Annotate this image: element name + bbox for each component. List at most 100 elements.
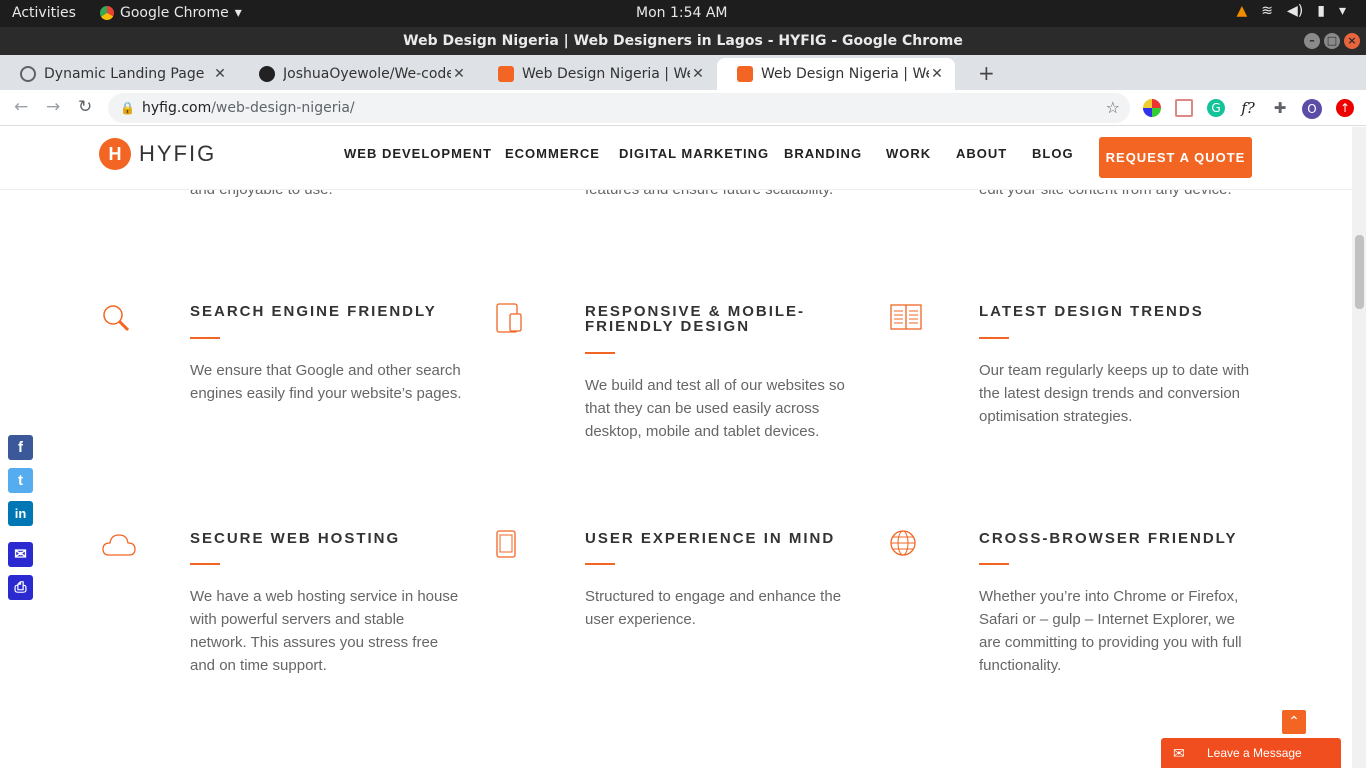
- request-quote-button[interactable]: REQUEST A QUOTE: [1099, 137, 1252, 178]
- cloud-icon: [102, 534, 136, 556]
- url-domain: hyfig.com: [142, 100, 212, 116]
- title-underline: [190, 337, 220, 339]
- tab-title: Web Design Nigeria | Web: [761, 66, 929, 82]
- tablet-icon: [496, 530, 516, 558]
- wifi-icon: ≋: [1261, 3, 1274, 19]
- clock[interactable]: Mon 1:54 AM: [636, 5, 728, 21]
- nav-branding[interactable]: BRANDING: [784, 146, 862, 161]
- system-tray[interactable]: ▲ ≋ ◀) ▮ ▾: [1237, 3, 1347, 19]
- devices-icon: [496, 303, 522, 333]
- volume-icon: ◀): [1287, 3, 1304, 19]
- tab-strip: Dynamic Landing Page ✕ JoshuaOyewole/We-…: [0, 55, 1366, 90]
- app-name: Google Chrome: [120, 5, 229, 21]
- battery-icon: ▮: [1317, 3, 1325, 19]
- formula-extension-icon[interactable]: f?: [1239, 99, 1257, 117]
- update-arrow-icon[interactable]: ↑: [1336, 99, 1354, 117]
- feature-title: USER EXPERIENCE IN MIND: [585, 530, 836, 547]
- nav-digital-marketing[interactable]: DIGITAL MARKETING: [619, 146, 769, 161]
- new-tab-icon[interactable]: +: [978, 61, 995, 85]
- tab-close-icon[interactable]: ✕: [451, 66, 467, 82]
- maximize-icon[interactable]: □: [1324, 33, 1340, 49]
- tab-close-icon[interactable]: ✕: [212, 66, 228, 82]
- bookmark-star-icon[interactable]: ☆: [1106, 93, 1120, 123]
- window-title-bar: Web Design Nigeria | Web Designers in La…: [0, 27, 1366, 55]
- hyfig-icon: [498, 66, 514, 82]
- title-underline: [190, 563, 220, 565]
- window-title: Web Design Nigeria | Web Designers in La…: [403, 33, 963, 49]
- feature-title: RESPONSIVE & MOBILE-FRIENDLY DESIGN: [585, 303, 806, 335]
- tab-github[interactable]: JoshuaOyewole/We-code ✕: [239, 58, 477, 90]
- title-underline: [979, 563, 1009, 565]
- feature-body: We have a web hosting service in house w…: [190, 588, 459, 674]
- linkedin-share-icon[interactable]: in: [8, 501, 33, 526]
- power-menu-icon: ▾: [1338, 3, 1346, 19]
- scrollbar-thumb[interactable]: [1355, 235, 1364, 309]
- reload-icon[interactable]: ↻: [78, 97, 92, 117]
- feature-title: CROSS-BROWSER FRIENDLY: [979, 530, 1238, 547]
- feature-title: LATEST DESIGN TRENDS: [979, 303, 1204, 320]
- globe-icon: [20, 66, 36, 82]
- title-underline: [979, 337, 1009, 339]
- book-icon: [890, 304, 922, 330]
- tab-dynamic-landing-page[interactable]: Dynamic Landing Page ✕: [0, 58, 238, 90]
- back-icon[interactable]: ←: [14, 97, 28, 117]
- feature-title: SECURE WEB HOSTING: [190, 530, 401, 547]
- facebook-share-icon[interactable]: f: [8, 435, 33, 460]
- site-header: H HYFIG WEB DEVELOPMENT ECOMMERCE DIGITA…: [0, 127, 1352, 190]
- logo-text: HYFIG: [139, 141, 217, 166]
- title-underline: [585, 352, 615, 354]
- hyfig-icon: [737, 66, 753, 82]
- leave-message-label: Leave a Message: [1207, 746, 1302, 760]
- feature-body: Structured to engage and enhance the use…: [585, 588, 842, 628]
- address-bar[interactable]: 🔒 hyfig.com/web-design-nigeria/ ☆: [108, 93, 1130, 123]
- globe-icon: [890, 530, 916, 556]
- chrome-icon: [100, 6, 114, 20]
- magnifier-icon: [103, 305, 130, 332]
- color-picker-extension-icon[interactable]: [1143, 99, 1161, 117]
- feature-body: We ensure that Google and other search e…: [190, 362, 462, 402]
- app-menu[interactable]: Google Chrome ▾: [100, 5, 242, 21]
- tab-close-icon[interactable]: ✕: [690, 66, 706, 82]
- hyfig-logo[interactable]: H HYFIG: [99, 138, 216, 170]
- close-icon[interactable]: ×: [1344, 33, 1360, 49]
- tab-title: JoshuaOyewole/We-code: [283, 66, 451, 82]
- leave-message-widget[interactable]: ✉ Leave a Message: [1161, 738, 1341, 768]
- url-path: /web-design-nigeria/: [211, 100, 355, 116]
- tab-title: Web Design Nigeria | Web: [522, 66, 690, 82]
- profile-avatar[interactable]: O: [1302, 99, 1322, 119]
- vlc-icon[interactable]: ▲: [1237, 3, 1248, 19]
- browser-toolbar: ← → ↻ 🔒 hyfig.com/web-design-nigeria/ ☆ …: [0, 90, 1366, 126]
- minimize-icon[interactable]: –: [1304, 33, 1320, 49]
- tab-hyfig-1[interactable]: Web Design Nigeria | Web ✕: [478, 58, 716, 90]
- tab-close-icon[interactable]: ✕: [929, 66, 945, 82]
- nav-web-development[interactable]: WEB DEVELOPMENT: [344, 146, 492, 161]
- feature-title: SEARCH ENGINE FRIENDLY: [190, 303, 437, 320]
- feature-body: Whether you’re into Chrome or Firefox, S…: [979, 588, 1242, 674]
- nav-ecommerce[interactable]: ECOMMERCE: [505, 146, 600, 161]
- page-scrollbar[interactable]: [1352, 127, 1366, 768]
- nav-work[interactable]: WORK: [886, 146, 931, 161]
- caret-down-icon: ▾: [234, 5, 242, 21]
- feature-body: Our team regularly keeps up to date with…: [979, 362, 1250, 425]
- github-icon: [259, 66, 275, 82]
- activities-button[interactable]: Activities: [12, 5, 76, 21]
- print-share-icon[interactable]: ⎙: [8, 575, 33, 600]
- twitter-share-icon[interactable]: t: [8, 468, 33, 493]
- nav-blog[interactable]: BLOG: [1032, 146, 1074, 161]
- lock-icon[interactable]: 🔒: [120, 93, 135, 123]
- tab-title: Dynamic Landing Page: [44, 66, 205, 82]
- forward-icon[interactable]: →: [46, 97, 60, 117]
- envelope-icon: ✉: [1173, 745, 1185, 761]
- title-underline: [585, 563, 615, 565]
- back-to-top-button[interactable]: ⌃: [1282, 710, 1306, 734]
- calendar-extension-icon[interactable]: [1175, 99, 1193, 117]
- tab-hyfig-active[interactable]: Web Design Nigeria | Web ✕: [717, 58, 955, 90]
- features-section: and enjoyable to use. features and ensur…: [0, 127, 1352, 768]
- grammarly-icon[interactable]: G: [1207, 99, 1225, 117]
- extensions-puzzle-icon[interactable]: ✚: [1271, 99, 1289, 117]
- email-share-icon[interactable]: ✉: [8, 542, 33, 567]
- system-top-bar: Activities Google Chrome ▾ Mon 1:54 AM ▲…: [0, 0, 1366, 27]
- feature-body: We build and test all of our websites so…: [585, 377, 845, 440]
- nav-about[interactable]: ABOUT: [956, 146, 1007, 161]
- logo-mark: H: [99, 138, 131, 170]
